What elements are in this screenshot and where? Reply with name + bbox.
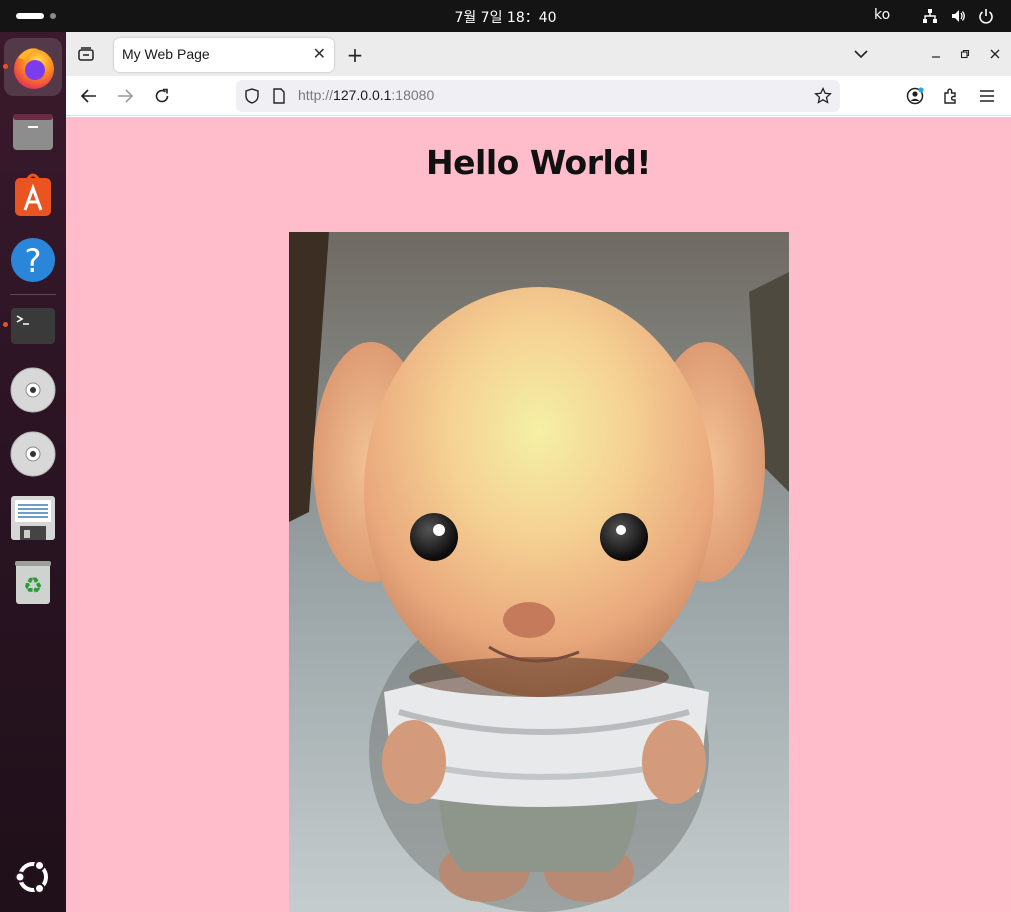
running-indicator <box>3 322 8 327</box>
bookmark-star-icon[interactable] <box>814 87 832 105</box>
dock-firefox[interactable] <box>3 38 62 96</box>
tab-overview-button[interactable] <box>74 44 98 64</box>
url-text[interactable]: http://127.0.0.1:18080 <box>298 87 434 103</box>
network-icon[interactable] <box>922 8 938 24</box>
new-tab-button[interactable]: + <box>344 43 366 67</box>
menu-button[interactable] <box>976 86 998 106</box>
dock-help[interactable]: ? <box>4 230 62 288</box>
clock[interactable]: 7월 7일 18：40 <box>0 7 1011 27</box>
page-info-icon[interactable] <box>272 88 286 104</box>
web-page-content: Hello World! <box>66 117 1011 912</box>
page-heading: Hello World! <box>426 143 651 182</box>
cd-icon <box>10 431 56 477</box>
dock-save-drive[interactable] <box>4 488 62 546</box>
close-tab-icon[interactable]: ✕ <box>313 44 326 63</box>
address-bar[interactable]: http://127.0.0.1:18080 <box>236 80 840 112</box>
reload-icon <box>155 88 169 103</box>
browser-window: My Web Page ✕ + http://127.0.0.1:18080 H… <box>66 32 1011 912</box>
puzzle-piece-icon <box>944 88 956 104</box>
trash-icon: ♻ <box>15 561 51 604</box>
dock-terminal[interactable] <box>3 296 62 354</box>
reload-button[interactable] <box>151 86 173 106</box>
url-scheme: http:// <box>298 87 334 103</box>
power-icon[interactable] <box>978 8 994 24</box>
dock-trash[interactable]: ♻ <box>4 552 62 610</box>
dock-disc-2[interactable] <box>4 424 62 482</box>
maximize-button[interactable] <box>957 46 973 62</box>
app-store-icon <box>15 173 51 216</box>
close-icon <box>990 49 1000 59</box>
restore-icon <box>960 49 970 59</box>
tab-list-icon <box>78 47 94 61</box>
system-top-bar: 7월 7일 18：40 ko <box>0 0 1011 32</box>
close-window-button[interactable] <box>987 46 1003 62</box>
plus-icon: + <box>346 43 364 67</box>
navigation-toolbar: http://127.0.0.1:18080 <box>66 76 1011 116</box>
url-host: 127.0.0.1 <box>333 87 392 103</box>
tab-bar: My Web Page ✕ + <box>66 32 1011 76</box>
hamburger-menu-icon <box>980 90 994 102</box>
arrow-right-icon <box>118 89 133 103</box>
chevron-down-icon <box>854 50 868 59</box>
dock: ? ♻ <box>0 32 66 912</box>
tab-title: My Web Page <box>122 46 210 62</box>
svg-text:?: ? <box>25 242 42 280</box>
dock-separator <box>10 294 56 295</box>
terminal-icon <box>11 308 55 344</box>
tab-list-dropdown[interactable] <box>850 44 872 64</box>
minimize-button[interactable] <box>928 46 944 62</box>
extensions-button[interactable] <box>940 86 962 106</box>
account-button[interactable] <box>904 86 926 106</box>
volume-icon[interactable] <box>950 8 966 24</box>
dock-files[interactable] <box>4 102 62 160</box>
tab-my-web-page[interactable]: My Web Page ✕ <box>114 38 334 72</box>
running-indicator <box>3 64 8 69</box>
help-icon: ? <box>11 238 55 282</box>
firefox-icon <box>14 48 54 89</box>
plush-toy-image <box>289 232 789 912</box>
account-icon <box>906 87 924 105</box>
dock-show-apps[interactable] <box>4 848 62 906</box>
input-language[interactable]: ko <box>874 7 890 23</box>
back-button[interactable] <box>78 86 100 106</box>
folder-icon <box>13 114 53 150</box>
forward-button[interactable] <box>114 86 136 106</box>
dock-app-center[interactable] <box>4 166 62 224</box>
floppy-icon <box>11 496 55 540</box>
arrow-left-icon <box>81 89 96 103</box>
dock-disc-1[interactable] <box>4 360 62 418</box>
url-port: :18080 <box>391 87 435 103</box>
shield-icon[interactable] <box>244 88 260 104</box>
ubuntu-logo-icon <box>14 860 48 894</box>
plush-toy-photo <box>289 232 789 912</box>
minimize-icon <box>932 56 940 58</box>
cd-icon <box>10 367 56 413</box>
svg-text:♻: ♻ <box>23 574 43 599</box>
